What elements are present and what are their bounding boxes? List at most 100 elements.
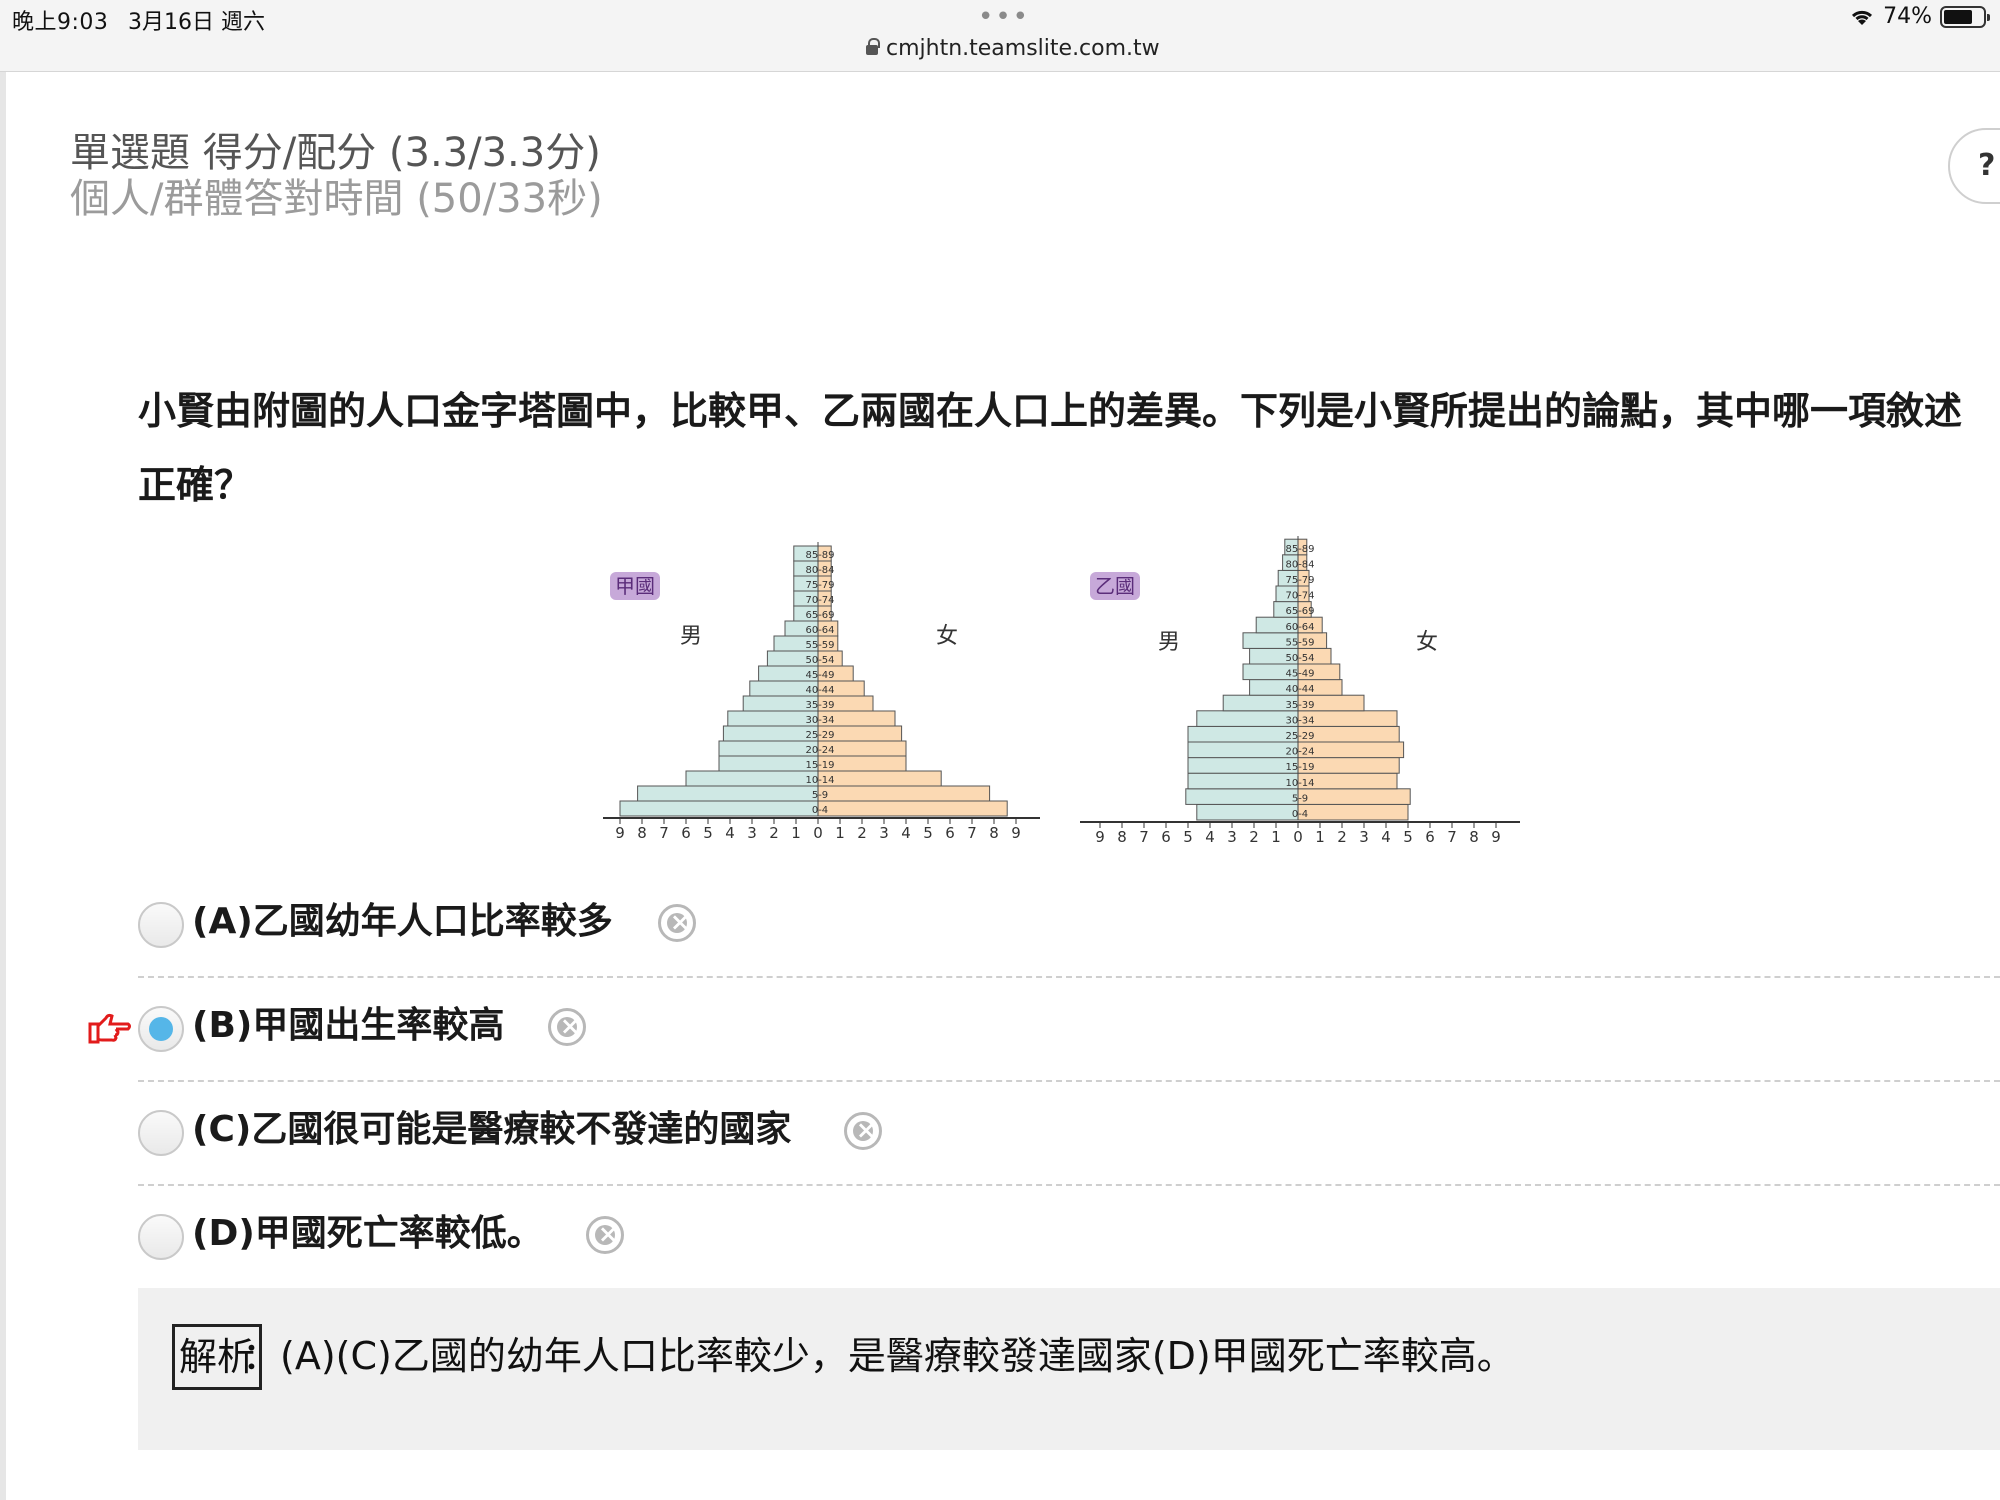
analysis-panel: 解析 ：(A)(C)乙國的幼年人口比率較少，是醫療較發達國家(D)甲國死亡率較高… xyxy=(138,1288,2000,1450)
address-bar[interactable]: cmjhtn.teamslite.com.tw xyxy=(866,36,1160,61)
divider xyxy=(138,976,2000,978)
x-tick-label: 5 xyxy=(923,824,933,842)
age-group-label: 55-59 xyxy=(805,640,834,651)
age-group-label: 85-89 xyxy=(805,550,834,561)
divider xyxy=(138,1080,2000,1082)
country-tag-yi: 乙國 xyxy=(1090,572,1140,600)
x-tick-label: 4 xyxy=(725,824,735,842)
female-bar xyxy=(817,770,942,787)
male-bar xyxy=(718,740,819,757)
age-group-label: 70-74 xyxy=(805,595,834,606)
option-a-radio[interactable] xyxy=(138,902,184,948)
url-text: cmjhtn.teamslite.com.tw xyxy=(886,36,1160,61)
age-group-label: 80-84 xyxy=(805,565,834,576)
x-tick-label: 9 xyxy=(1011,824,1021,842)
x-tick-label: 2 xyxy=(769,824,779,842)
x-tick-label: 8 xyxy=(989,824,999,842)
analysis-text: ：(A)(C)乙國的幼年人口比率較少，是醫療較發達國家(D)甲國死亡率較高。 xyxy=(242,1334,1515,1378)
age-group-label: 30-34 xyxy=(805,715,834,726)
age-group-label: 10-14 xyxy=(805,775,834,786)
x-tick-label: 6 xyxy=(1161,828,1171,846)
male-bar xyxy=(1187,772,1299,790)
male-bar xyxy=(727,710,819,727)
x-tick-label: 4 xyxy=(1205,828,1215,846)
male-bar xyxy=(619,800,819,817)
male-label: 男 xyxy=(1158,630,1181,655)
x-tick-label: 9 xyxy=(615,824,625,842)
age-group-label: 0-4 xyxy=(1292,809,1308,820)
x-tick-label: 2 xyxy=(1337,828,1347,846)
age-group-label: 65-69 xyxy=(805,610,834,621)
age-group-label: 50-54 xyxy=(1285,653,1314,664)
x-tick-label: 0 xyxy=(813,824,823,842)
x-tick-label: 6 xyxy=(681,824,691,842)
x-tick-label: 8 xyxy=(1117,828,1127,846)
age-group-label: 40-44 xyxy=(1285,684,1314,695)
option-a-label[interactable]: (A)乙國幼年人口比率較多 xyxy=(192,892,613,944)
age-group-label: 50-54 xyxy=(805,655,834,666)
left-edge xyxy=(0,72,6,1500)
pyramid-chart-yi: 0-4 5-9 10-14 15-19 20-24 25-29 30-34 35-39 40-4… xyxy=(1078,536,1528,856)
wifi-icon xyxy=(1852,10,1873,25)
eliminate-a-icon[interactable] xyxy=(658,904,696,942)
x-tick-label: 1 xyxy=(835,824,845,842)
option-b-radio[interactable] xyxy=(138,1006,184,1052)
option-d-radio[interactable] xyxy=(138,1214,184,1260)
option-d[interactable]: (D)甲國死亡率較低。 xyxy=(138,1192,2000,1292)
age-group-label: 25-29 xyxy=(1285,731,1314,742)
option-c-radio[interactable] xyxy=(138,1110,184,1156)
country-tag-jia: 甲國 xyxy=(610,572,660,600)
question-mark-icon: ? xyxy=(1978,148,1996,183)
male-bar xyxy=(1187,741,1299,759)
age-group-label: 60-64 xyxy=(805,625,834,636)
option-c[interactable]: (C)乙國很可能是醫療較不發達的國家 xyxy=(138,1088,2000,1188)
pyramid-chart-jia: 0-4 5-9 10-14 15-19 20-24 25-29 30-34 35-39 40-4… xyxy=(598,540,1048,856)
age-group-label: 15-19 xyxy=(805,760,834,771)
more-dots-icon[interactable]: ••• xyxy=(978,2,1030,32)
x-tick-label: 0 xyxy=(1293,828,1303,846)
option-a[interactable]: (A)乙國幼年人口比率較多 xyxy=(138,880,2000,980)
help-button[interactable]: ? xyxy=(1948,128,2000,204)
option-b[interactable]: (B)甲國出生率較高 xyxy=(138,984,2000,1084)
status-date: 3月16日 週六 xyxy=(128,10,265,35)
x-tick-label: 7 xyxy=(1447,828,1457,846)
eliminate-c-icon[interactable] xyxy=(844,1112,882,1150)
female-bar xyxy=(817,800,1008,817)
male-bar xyxy=(1196,710,1299,727)
eliminate-b-icon[interactable] xyxy=(548,1008,586,1046)
age-group-label: 80-84 xyxy=(1285,559,1314,570)
status-time: 晚上9:03 xyxy=(12,10,109,35)
x-tick-label: 2 xyxy=(1249,828,1259,846)
x-tick-label: 8 xyxy=(1469,828,1479,846)
age-group-label: 55-59 xyxy=(1285,637,1314,648)
option-b-label[interactable]: (B)甲國出生率較高 xyxy=(192,996,504,1048)
option-d-label[interactable]: (D)甲國死亡率較低。 xyxy=(192,1204,543,1256)
age-group-label: 45-49 xyxy=(805,670,834,681)
age-group-label: 60-64 xyxy=(1285,622,1314,633)
x-tick-label: 9 xyxy=(1095,828,1105,846)
battery-percent: 74% xyxy=(1883,4,1932,29)
x-tick-label: 6 xyxy=(945,824,955,842)
eliminate-d-icon[interactable] xyxy=(586,1216,624,1254)
lock-icon xyxy=(866,37,880,56)
pyramid-svg-yi: 0-4 5-9 10-14 15-19 20-24 25-29 30-34 35-39 40-4… xyxy=(1080,536,1520,846)
age-group-label: 20-24 xyxy=(1285,747,1314,758)
battery-icon xyxy=(1940,5,1990,28)
female-bar xyxy=(1297,803,1409,821)
x-tick-label: 5 xyxy=(703,824,713,842)
age-group-label: 5-9 xyxy=(1292,793,1308,804)
male-bar xyxy=(1185,788,1299,805)
battery-level xyxy=(1944,9,1973,24)
pointing-hand-icon xyxy=(88,1013,131,1044)
female-label: 女 xyxy=(936,624,959,649)
x-tick-label: 9 xyxy=(1491,828,1501,846)
x-tick-label: 3 xyxy=(747,824,757,842)
x-tick-label: 7 xyxy=(1139,828,1149,846)
male-bar xyxy=(685,770,819,787)
age-group-label: 10-14 xyxy=(1285,778,1314,789)
option-c-label[interactable]: (C)乙國很可能是醫療較不發達的國家 xyxy=(192,1100,791,1152)
status-bar: 晚上9:03 3月16日 週六 ••• cmjhtn.teamslite.com… xyxy=(0,0,2000,72)
divider xyxy=(138,1184,2000,1186)
age-group-label: 35-39 xyxy=(805,700,834,711)
x-tick-label: 6 xyxy=(1425,828,1435,846)
